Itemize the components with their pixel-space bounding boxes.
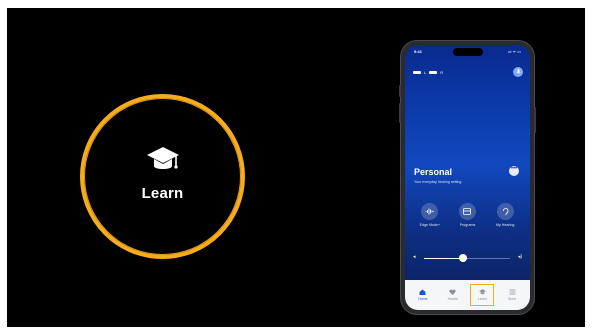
tab-store[interactable]: Store [500,284,524,306]
ear-icon [496,203,514,220]
tab-health[interactable]: Health [441,284,465,306]
programs-button[interactable]: Programs [452,203,482,227]
tab-learn[interactable]: Learn [470,284,495,306]
status-icons: •ıl ᯤ ▭ [507,49,521,54]
volume-thumb[interactable] [458,254,467,262]
battery-left-label: L [424,70,427,75]
phone-mockup: 9:41 •ıl ᯤ ▭ L R Personal Your everyday … [399,41,536,314]
edge-mode-label: Edge Mode+ [419,223,441,227]
more-options-button[interactable]: ••• [509,166,519,176]
hearing-aid-battery: L R [413,70,443,75]
microphone-icon [515,69,521,74]
video-frame: Learn 9:41 •ıl ᯤ ▭ L R Personal Your eve… [7,8,585,327]
dynamic-island [452,48,483,56]
learn-label: Learn [141,185,184,202]
bottom-tab-bar: Home Health Learn Store [405,280,530,310]
my-hearing-label: My Hearing [495,223,515,227]
heart-icon [449,289,456,295]
battery-left-icon [413,70,421,75]
menu-icon [509,289,516,295]
waveform-icon [421,203,439,220]
tab-learn-label: Learn [477,297,487,301]
program-subtitle: Your everyday hearing setting [414,180,462,184]
home-icon [419,289,426,295]
volume-low-icon: ◂ [413,254,416,260]
graduation-cap-icon [479,289,486,295]
programs-icon [458,203,476,220]
learn-badge: Learn [80,94,245,259]
app-screen: 9:41 •ıl ᯤ ▭ L R Personal Your everyday … [405,45,530,310]
tab-home[interactable]: Home [411,284,435,306]
status-time: 9:41 [414,49,423,54]
volume-fill [424,257,463,259]
graduation-cap-icon [146,147,179,169]
programs-label: Programs [459,223,476,227]
tab-store-label: Store [507,297,517,301]
volume-slider[interactable]: ◂ ◂) [413,254,522,262]
microphone-button[interactable] [513,67,523,77]
tab-home-label: Home [418,297,428,301]
edge-mode-button[interactable]: Edge Mode+ [415,203,445,227]
volume-high-icon: ◂) [517,254,522,260]
my-hearing-button[interactable]: My Hearing [490,203,520,227]
program-title: Personal [414,167,453,177]
tab-health-label: Health [447,297,458,301]
quick-actions: Edge Mode+ Programs My Hearing [405,203,530,227]
battery-right-icon [429,70,438,75]
battery-right-label: R [440,70,444,75]
